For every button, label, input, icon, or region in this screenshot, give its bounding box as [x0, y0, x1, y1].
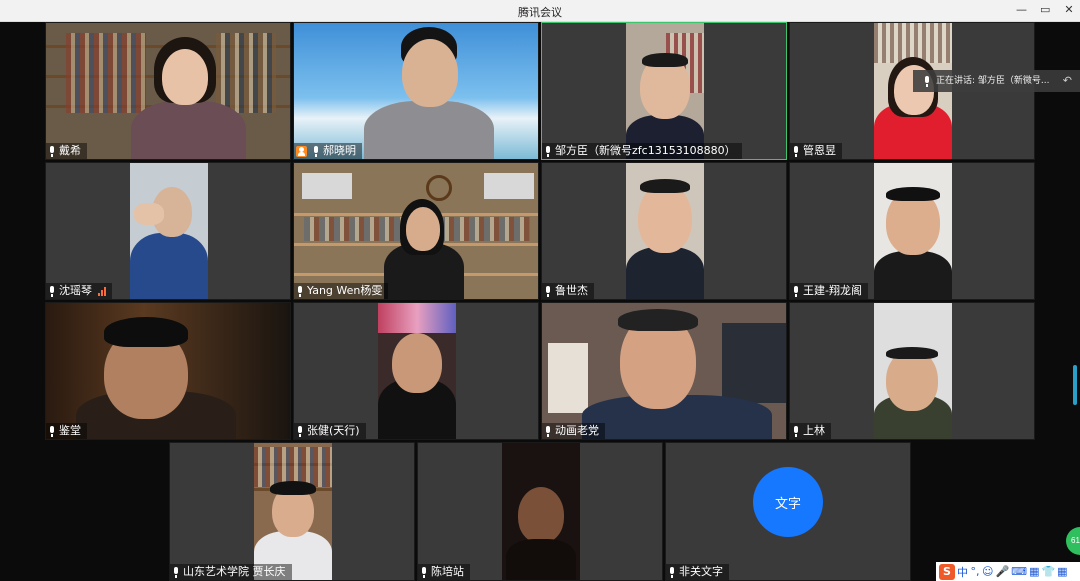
- mic-icon: [312, 145, 320, 157]
- participant-tile[interactable]: 张健(天行): [293, 302, 539, 440]
- toolbox-icon[interactable]: ▦: [1029, 565, 1039, 578]
- mic-icon: [544, 285, 552, 297]
- participant-tile[interactable]: 戴希: [45, 22, 291, 160]
- video-feed: [46, 303, 290, 439]
- video-feed: [294, 23, 538, 159]
- participant-tile[interactable]: 沈瑶琴: [45, 162, 291, 300]
- mic-icon: [296, 425, 304, 437]
- emoji-icon[interactable]: ☺: [982, 565, 993, 578]
- mic-icon: [48, 425, 56, 437]
- mic-icon: [172, 566, 180, 578]
- participant-name: 邹方臣（新微号zfc13153108880）: [542, 143, 742, 159]
- restore-button[interactable]: ▭: [1040, 3, 1050, 16]
- keyboard-icon[interactable]: ⌨: [1011, 565, 1027, 578]
- mic-icon: [544, 145, 552, 157]
- participant-name: 陈培站: [418, 564, 470, 580]
- participant-name: 戴希: [46, 143, 87, 159]
- participant-name: 上林: [790, 423, 831, 439]
- back-arrow-icon[interactable]: ↶: [1063, 70, 1072, 92]
- participant-name: 王建-翔龙阁: [790, 283, 868, 299]
- video-grid: 戴希 郝晓明 邹方臣（新微号zfc13153108880） 管恩昱 沈瑶琴 Ya…: [0, 22, 1080, 581]
- participant-name: 张健(天行): [294, 423, 366, 439]
- mic-icon: [792, 425, 800, 437]
- video-feed: [254, 443, 332, 580]
- mic-icon: [544, 425, 552, 437]
- mic-icon: [48, 145, 56, 157]
- speaking-indicator: 正在讲话: 邹方臣（新微号... ↶: [913, 70, 1080, 92]
- mic-icon: [420, 566, 428, 578]
- mic-icon: [48, 285, 56, 297]
- skin-icon[interactable]: 👕: [1041, 565, 1055, 578]
- participant-name: 非关文字: [666, 564, 729, 580]
- participant-name: 管恩昱: [790, 143, 842, 159]
- avatar: 文字: [753, 467, 823, 537]
- title-bar: 腾讯会议 — ▭ ✕: [0, 0, 1080, 22]
- mic-icon: [792, 145, 800, 157]
- participant-name: 鲁世杰: [542, 283, 594, 299]
- participant-tile[interactable]: 郝晓明: [293, 22, 539, 160]
- signal-strength-icon: [98, 286, 106, 296]
- participant-name: 鉴堂: [46, 423, 87, 439]
- participant-name: Yang Wen杨雯: [294, 283, 389, 299]
- ime-punctuation-toggle[interactable]: °,: [970, 565, 980, 578]
- video-feed: [542, 303, 786, 439]
- participant-tile[interactable]: 动画老党: [541, 302, 787, 440]
- participant-tile[interactable]: Yang Wen杨雯: [293, 162, 539, 300]
- window-title: 腾讯会议: [518, 6, 562, 19]
- participant-name: 郝晓明: [294, 143, 362, 159]
- video-feed: [874, 303, 952, 439]
- participant-tile[interactable]: 鉴堂: [45, 302, 291, 440]
- video-feed: [874, 163, 952, 299]
- video-feed: [626, 163, 704, 299]
- scroll-handle[interactable]: [1073, 365, 1077, 405]
- mic-icon: [792, 285, 800, 297]
- host-icon: [296, 145, 307, 157]
- participant-tile[interactable]: 邹方臣（新微号zfc13153108880）: [541, 22, 787, 160]
- close-button[interactable]: ✕: [1064, 3, 1074, 16]
- participant-tile[interactable]: 上林: [789, 302, 1035, 440]
- participant-name: 动画老党: [542, 423, 605, 439]
- video-feed: [46, 23, 290, 159]
- participant-tile[interactable]: 鲁世杰: [541, 162, 787, 300]
- mic-icon: [296, 285, 304, 297]
- participant-tile[interactable]: 山东艺术学院 贾长庆: [169, 442, 415, 581]
- participant-tile[interactable]: 王建-翔龙阁: [789, 162, 1035, 300]
- sogou-logo-icon[interactable]: S: [939, 563, 955, 580]
- mic-icon: [668, 566, 676, 578]
- participant-tile[interactable]: 文字 非关文字: [665, 442, 911, 581]
- video-feed: [626, 23, 704, 159]
- participant-name: 山东艺术学院 贾长庆: [170, 564, 292, 580]
- video-feed: [130, 163, 208, 299]
- minimize-button[interactable]: —: [1016, 3, 1027, 16]
- participant-name: 沈瑶琴: [46, 283, 112, 299]
- voice-icon[interactable]: 🎤: [995, 565, 1009, 578]
- video-feed: [502, 443, 580, 580]
- ime-toolbar[interactable]: S 中 °, ☺ 🎤 ⌨ ▦ 👕 ▦: [936, 562, 1080, 581]
- video-feed: [294, 163, 538, 299]
- ime-chinese-toggle[interactable]: 中: [957, 564, 968, 580]
- grid-icon[interactable]: ▦: [1057, 565, 1067, 578]
- video-feed: [378, 303, 456, 439]
- participant-tile[interactable]: 陈培站: [417, 442, 663, 581]
- mic-icon: [923, 75, 931, 87]
